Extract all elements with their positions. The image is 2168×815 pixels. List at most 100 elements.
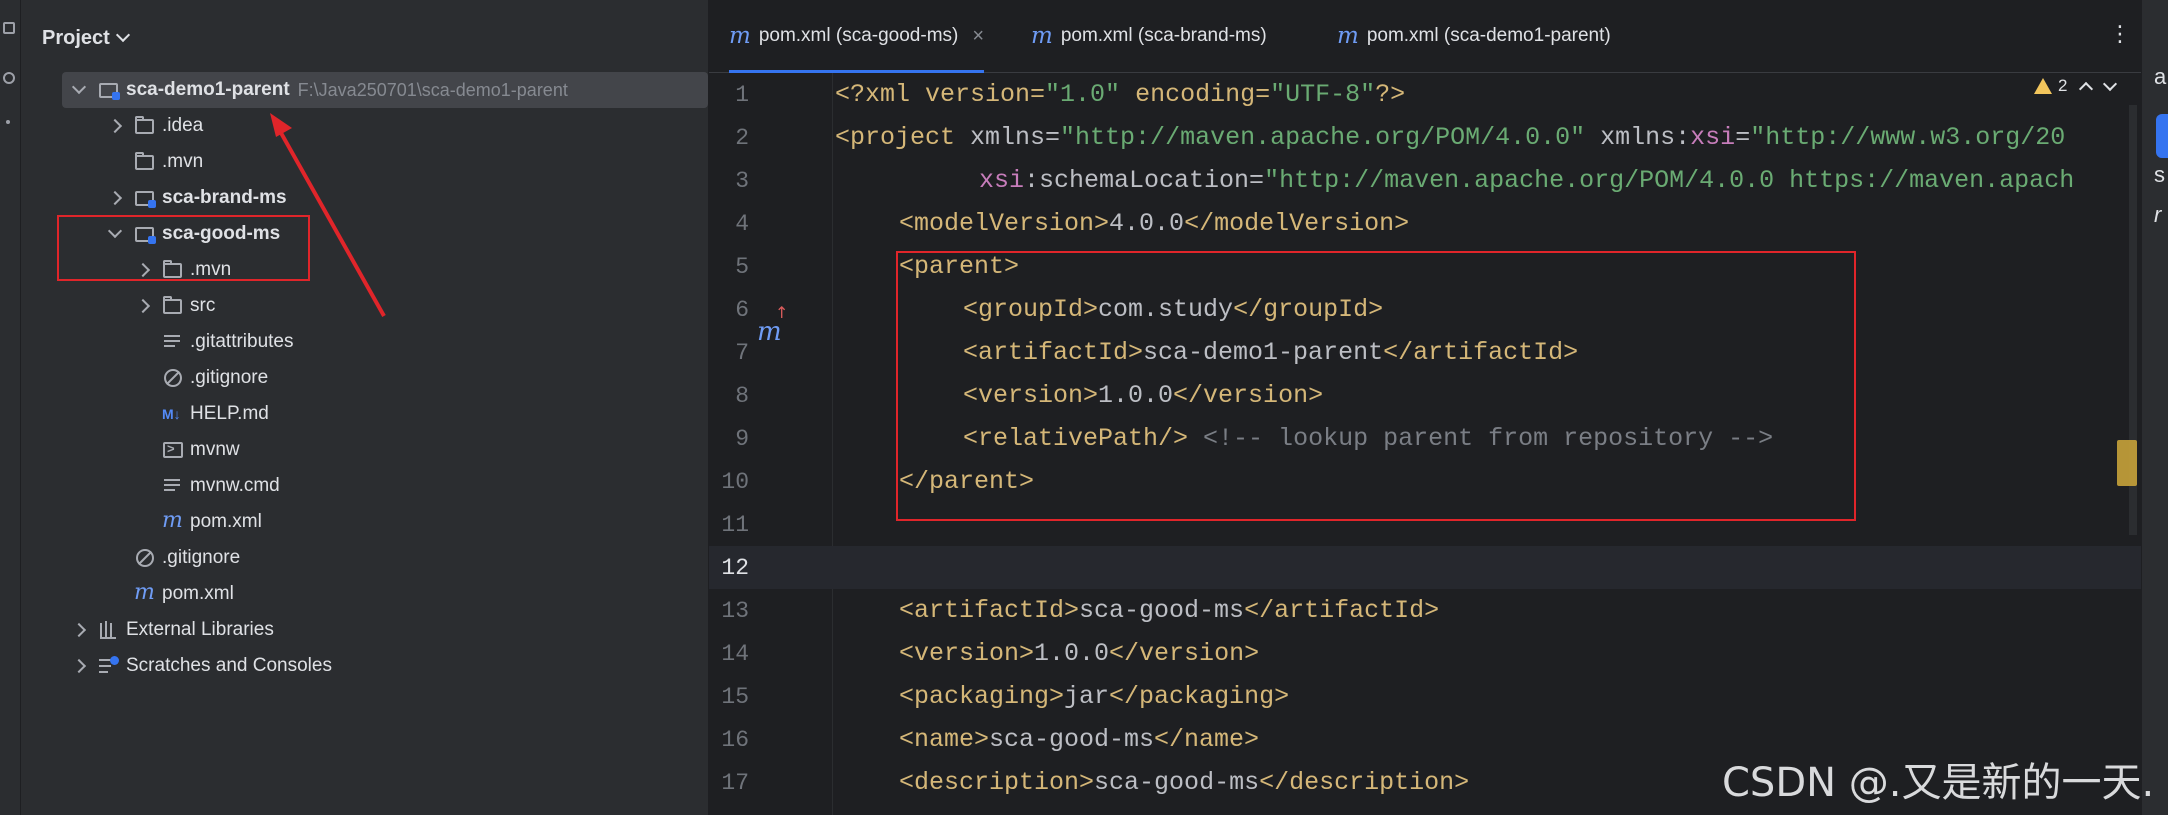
left-tool-strip	[0, 0, 21, 815]
scratches-icon	[98, 655, 120, 677]
collapse-arrow-icon[interactable]	[98, 180, 134, 216]
code-line: 9 <relativePath/> <!-- lookup parent fro…	[709, 417, 2141, 460]
line-number: 16	[721, 726, 749, 753]
code-area[interactable]: 1 <?xml version="1.0" encoding="UTF-8"?>…	[709, 73, 2141, 815]
token: <project	[835, 123, 971, 152]
token: </artifactId>	[1383, 338, 1579, 367]
folder-icon	[134, 151, 156, 173]
token: sca-demo1-parent	[1143, 338, 1384, 367]
token: sca-good-ms	[1079, 596, 1245, 625]
module-path-hint: F:\Java250701\sca-demo1-parent	[297, 79, 568, 100]
code-text: <modelVersion>4.0.0</modelVersion>	[899, 209, 1409, 238]
token: 1.0.0	[1098, 381, 1174, 410]
tree-item-mvnw[interactable]: mvnw	[42, 432, 708, 468]
tree-item-scratches[interactable]: Scratches and Consoles	[42, 648, 708, 684]
previous-highlight-icon[interactable]	[2079, 81, 2094, 97]
code-text: xsi:schemaLocation="http://maven.apache.…	[979, 166, 2074, 195]
tab-label: pom.xml (sca-good-ms)	[758, 25, 959, 46]
token: "http://maven.apache.org/POM/4.0.0"	[1060, 123, 1586, 152]
line-number: 17	[721, 769, 749, 796]
tree-item-label: mvnw.cmd	[190, 475, 280, 496]
token: "http://www.w3.org/20	[1750, 123, 2066, 152]
token: <packaging>	[899, 682, 1065, 711]
token: xmlns=	[970, 123, 1061, 152]
tree-item-gitattributes[interactable]: .gitattributes	[42, 324, 708, 360]
tab-pom-sca-good-ms[interactable]: m pom.xml (sca-good-ms) ×	[729, 0, 985, 73]
tab-pom-sca-demo1-parent[interactable]: m pom.xml (sca-demo1-parent)	[1337, 0, 1611, 72]
tree-item-sca-brand-ms[interactable]: sca-brand-ms	[42, 180, 708, 216]
token: :schemaLocation=	[1024, 166, 1265, 195]
code-line: 4 <modelVersion>4.0.0</modelVersion>	[709, 202, 2141, 245]
tree-item-src[interactable]: src	[42, 288, 708, 324]
collapse-arrow-icon[interactable]	[62, 648, 98, 684]
token: sca-good-ms	[1094, 768, 1260, 797]
scrollbar-warning-marker[interactable]	[2117, 440, 2137, 486]
tab-pom-sca-brand-ms[interactable]: m pom.xml (sca-brand-ms)	[1031, 0, 1267, 72]
code-text: <version>1.0.0</version>	[899, 639, 1259, 668]
more-tools-icon[interactable]	[6, 120, 10, 124]
tree-item-label: mvnw	[190, 439, 240, 460]
tree-item-gitignore[interactable]: .gitignore	[42, 360, 708, 396]
code-text: <artifactId>sca-demo1-parent</artifactId…	[963, 338, 1578, 367]
inspection-widget[interactable]: 2	[2034, 76, 2118, 97]
folder-icon	[162, 259, 184, 281]
tree-item-label: sca-demo1-parent	[126, 79, 290, 100]
close-icon[interactable]: ×	[972, 25, 984, 48]
tree-item-label: HELP.md	[190, 403, 269, 424]
token: <groupId>	[963, 295, 1099, 324]
tree-item-label: sca-brand-ms	[162, 187, 287, 208]
tree-item-root-pom[interactable]: m pom.xml	[42, 576, 708, 612]
collapse-arrow-icon[interactable]	[98, 108, 134, 144]
collapse-arrow-icon[interactable]	[126, 288, 162, 324]
tree-item-label: sca-good-ms	[162, 223, 281, 244]
tree-item-sca-good-ms[interactable]: sca-good-ms	[42, 216, 708, 252]
project-tool-icon[interactable]	[3, 22, 15, 34]
tree-item-good-pom[interactable]: m pom.xml	[42, 504, 708, 540]
structure-tool-icon[interactable]	[3, 72, 15, 84]
text-file-icon	[162, 475, 184, 497]
tree-item-mvnw-cmd[interactable]: mvnw.cmd	[42, 468, 708, 504]
tree-item-mvn[interactable]: .mvn	[42, 144, 708, 180]
code-text: <project xmlns="http://maven.apache.org/…	[835, 123, 2065, 152]
maven-icon: m	[729, 23, 751, 49]
tree-item-good-mvn[interactable]: .mvn	[42, 252, 708, 288]
token: <!-- lookup parent from repository -->	[1188, 424, 1774, 453]
navigate-to-parent-pom-icon[interactable]: m	[757, 303, 788, 347]
code-line: 8 <version>1.0.0</version>	[709, 374, 2141, 417]
tree-item-root-gitignore[interactable]: .gitignore	[42, 540, 708, 576]
project-panel-title: Project	[42, 26, 110, 49]
token: xmlns:	[1585, 123, 1691, 152]
ide-window: Project sca-demo1-parent F:\Java250701\s…	[0, 0, 2168, 815]
more-options-icon[interactable]: ⋮	[2109, 23, 2131, 45]
line-number: 3	[735, 167, 749, 194]
markdown-icon: M↓	[162, 406, 181, 422]
token: 4.0.0	[1109, 209, 1185, 238]
line-number: 9	[735, 425, 749, 452]
tree-item-label: pom.xml	[190, 511, 262, 532]
tree-item-idea[interactable]: .idea	[42, 108, 708, 144]
collapse-arrow-icon[interactable]	[62, 612, 98, 648]
token: </artifactId>	[1244, 596, 1440, 625]
expand-arrow-icon[interactable]	[98, 216, 134, 252]
line-number: 12	[721, 554, 749, 581]
collapse-arrow-icon[interactable]	[126, 252, 162, 288]
notification-badge[interactable]	[2156, 114, 2168, 158]
project-panel-header[interactable]: Project	[42, 22, 130, 54]
tree-item-help-md[interactable]: M↓ HELP.md	[42, 396, 708, 432]
right-strip-glyph: a	[2154, 64, 2167, 89]
maven-icon: m	[1337, 23, 1359, 49]
token: <relativePath/>	[963, 424, 1189, 453]
next-highlight-icon[interactable]	[2103, 76, 2118, 92]
expand-arrow-icon[interactable]	[62, 72, 98, 108]
token: "1.0"	[1045, 80, 1121, 109]
module-folder-icon	[134, 223, 156, 245]
tree-item-label: src	[190, 295, 216, 316]
token: <artifactId>	[963, 338, 1144, 367]
tree-item-external-libraries[interactable]: External Libraries	[42, 612, 708, 648]
code-text: <relativePath/> <!-- lookup parent from …	[963, 424, 1773, 453]
tree-item-sca-demo1-parent[interactable]: sca-demo1-parent F:\Java250701\sca-demo1…	[62, 72, 708, 108]
token: ?>	[1375, 80, 1406, 109]
line-number: 5	[735, 253, 749, 280]
line-number: 6	[735, 296, 749, 323]
code-text: <parent>	[899, 252, 1019, 281]
